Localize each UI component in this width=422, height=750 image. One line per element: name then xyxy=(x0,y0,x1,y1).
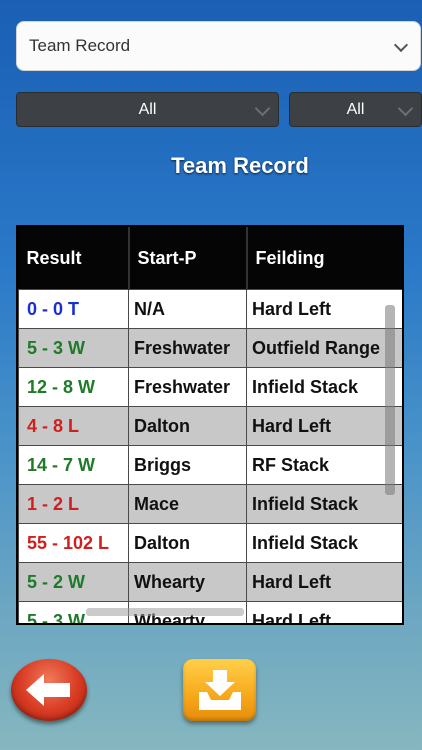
chevron-down-icon xyxy=(254,100,271,116)
chevron-down-icon xyxy=(397,100,414,116)
filter-a-select[interactable]: All xyxy=(16,92,279,127)
start-p-cell: Freshwater xyxy=(128,367,247,407)
filter-b-select[interactable]: All xyxy=(289,92,422,127)
start-p-cell: N/A xyxy=(128,289,247,329)
record-type-select[interactable]: Team Record xyxy=(16,21,421,71)
start-p-cell: Dalton xyxy=(128,406,247,446)
fielding-cell: Hard Left xyxy=(246,562,402,602)
vertical-scrollbar[interactable] xyxy=(385,305,395,495)
column-header-start-p: Start-P xyxy=(128,227,248,290)
page-title: Team Record xyxy=(171,153,309,178)
filter-a-value: All xyxy=(138,100,157,118)
fielding-cell: Hard Left xyxy=(246,406,402,446)
table-row[interactable]: 14 - 7 W Briggs RF Stack xyxy=(18,445,402,485)
fielding-cell: RF Stack xyxy=(246,445,402,485)
column-header-result: Result xyxy=(18,227,130,290)
table-row[interactable]: 4 - 8 L Dalton Hard Left xyxy=(18,406,402,446)
table-row[interactable]: 0 - 0 T N/A Hard Left xyxy=(18,289,402,329)
table-header-row: Result Start-P Feilding xyxy=(18,227,402,290)
back-arrow-icon xyxy=(26,674,70,706)
fielding-cell: Infield Stack xyxy=(246,523,402,563)
fielding-cell: Hard Left xyxy=(246,289,402,329)
result-cell: 14 - 7 W xyxy=(18,445,129,485)
result-cell: 1 - 2 L xyxy=(18,484,129,524)
result-cell: 5 - 2 W xyxy=(18,562,129,602)
start-p-cell: Freshwater xyxy=(128,328,247,368)
start-p-cell: Dalton xyxy=(128,523,247,563)
column-header-fielding: Feilding xyxy=(246,227,402,290)
save-button[interactable] xyxy=(183,659,256,721)
fielding-cell: Infield Stack xyxy=(246,484,402,524)
filter-b-value: All xyxy=(346,100,365,118)
table-row[interactable]: 12 - 8 W Freshwater Infield Stack xyxy=(18,367,402,407)
start-p-cell: Briggs xyxy=(128,445,247,485)
download-tray-icon xyxy=(199,670,241,710)
result-cell: 4 - 8 L xyxy=(18,406,129,446)
fielding-cell: Hard Left xyxy=(246,601,402,623)
table-row[interactable]: 5 - 3 W Freshwater Outfield Range xyxy=(18,328,402,368)
horizontal-scrollbar[interactable] xyxy=(86,608,244,616)
start-p-cell: Mace xyxy=(128,484,247,524)
fielding-cell: Infield Stack xyxy=(246,367,402,407)
table-row[interactable]: 5 - 2 W Whearty Hard Left xyxy=(18,562,402,602)
record-table[interactable]: Result Start-P Feilding 0 - 0 T N/A Hard L… xyxy=(16,225,404,625)
fielding-cell: Outfield Range xyxy=(246,328,402,368)
result-cell: 0 - 0 T xyxy=(18,289,129,329)
table-row[interactable]: 1 - 2 L Mace Infield Stack xyxy=(18,484,402,524)
table-row[interactable]: 55 - 102 L Dalton Infield Stack xyxy=(18,523,402,563)
record-type-value: Team Record xyxy=(29,36,131,55)
result-cell: 55 - 102 L xyxy=(18,523,129,563)
back-button[interactable] xyxy=(11,659,87,721)
start-p-cell: Whearty xyxy=(128,562,247,602)
chevron-down-icon xyxy=(393,37,409,53)
result-cell: 12 - 8 W xyxy=(18,367,129,407)
result-cell: 5 - 3 W xyxy=(18,328,129,368)
